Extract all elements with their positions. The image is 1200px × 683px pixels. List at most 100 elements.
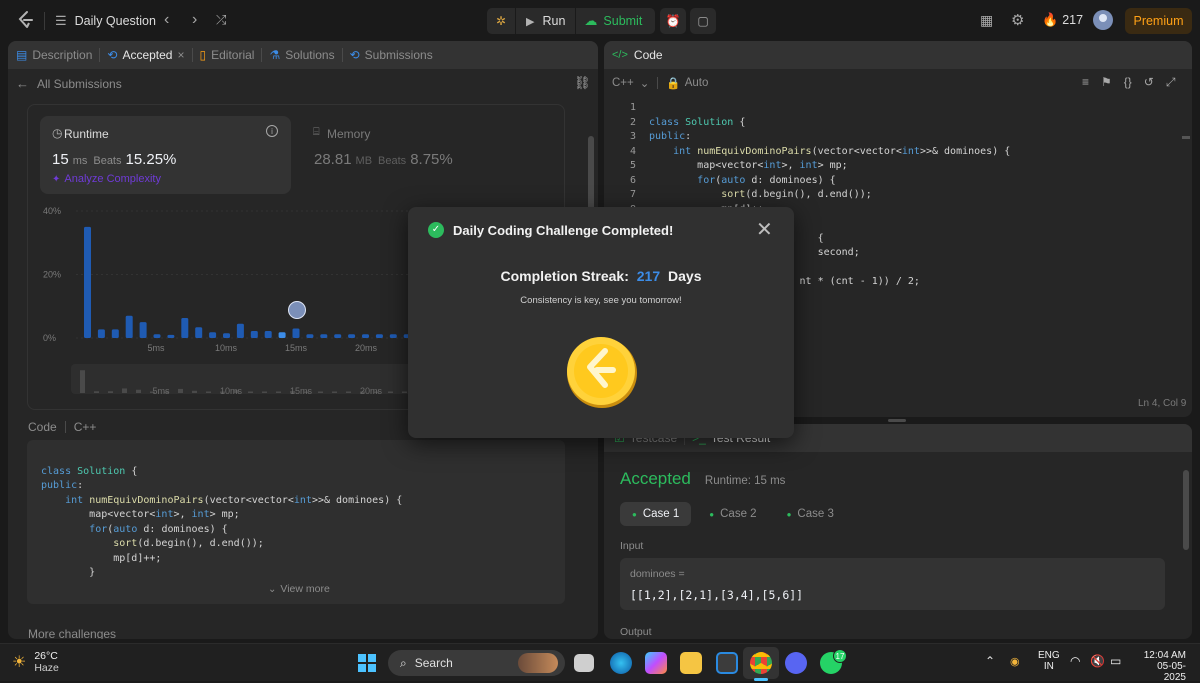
- chart-bar[interactable]: [362, 334, 369, 338]
- minimap-tick-label: 20ms: [360, 386, 383, 395]
- chart-bar[interactable]: [139, 322, 147, 338]
- tab-description[interactable]: ▤ Description: [16, 48, 92, 62]
- task-view-icon[interactable]: [574, 654, 594, 672]
- fullscreen-icon[interactable]: ⤢: [1166, 75, 1176, 90]
- tab-editorial[interactable]: ▯ Editorial: [200, 48, 255, 62]
- chart-bar[interactable]: [306, 334, 314, 338]
- runtime-card[interactable]: ◷ Runtime i 15 ms Beats 15.25% ✦ Analyze…: [40, 116, 291, 194]
- chart-bar[interactable]: [264, 331, 272, 338]
- prev-problem-icon[interactable]: ‹: [164, 11, 169, 29]
- premium-button[interactable]: Premium: [1125, 8, 1192, 34]
- leetcode-logo[interactable]: [16, 10, 36, 30]
- chart-bar[interactable]: [250, 331, 258, 338]
- note-icon: ▢: [697, 14, 709, 28]
- reset-icon[interactable]: ↺: [1144, 75, 1154, 90]
- defender-icon[interactable]: ◉: [1010, 655, 1020, 668]
- whatsapp-badge: 17: [833, 649, 847, 663]
- clock[interactable]: 12:04 AM 05-05-2025: [1136, 650, 1186, 683]
- chart-bar[interactable]: [167, 334, 175, 338]
- store-icon[interactable]: [716, 652, 738, 674]
- chart-bar[interactable]: [375, 334, 383, 338]
- panel-resize-handle[interactable]: [888, 419, 906, 422]
- chart-bar[interactable]: [223, 333, 230, 338]
- chart-bar[interactable]: [111, 329, 119, 338]
- editor-tabs: </> Code: [604, 41, 1192, 69]
- submit-button[interactable]: ☁ Submit: [576, 13, 650, 29]
- file-explorer-icon[interactable]: [680, 652, 702, 674]
- info-icon[interactable]: i: [266, 125, 278, 137]
- minimap-bar: [346, 391, 351, 393]
- chart-bar[interactable]: [153, 334, 161, 338]
- chart-bar[interactable]: [292, 328, 300, 338]
- streak-counter[interactable]: 🔥 217: [1042, 12, 1083, 28]
- search-icon: ⌕: [400, 655, 407, 670]
- chart-bar[interactable]: [97, 329, 105, 338]
- chart-bar[interactable]: [389, 334, 397, 338]
- chart-bar[interactable]: [320, 334, 328, 338]
- view-more-button[interactable]: ⌄ View more: [268, 583, 330, 595]
- submitted-code: class Solution { public: int numEquivDom…: [27, 440, 565, 604]
- case-3-button[interactable]: ● Case 3: [775, 502, 846, 526]
- chart-bar[interactable]: [236, 323, 244, 338]
- layout-grid-icon[interactable]: ▦: [980, 12, 993, 29]
- format-icon[interactable]: ≡: [1082, 75, 1089, 90]
- discord-icon[interactable]: [785, 652, 807, 674]
- timer-button[interactable]: ⏰: [660, 8, 686, 34]
- language-indicator[interactable]: ENG IN: [1038, 650, 1060, 672]
- bookmark-icon[interactable]: ⚑: [1101, 75, 1112, 90]
- test-result-panel: ☑ Testcase >_ Test Result Accepted Runtime…: [604, 424, 1192, 639]
- run-button[interactable]: ▶ Run: [516, 14, 575, 28]
- chart-bar[interactable]: [181, 317, 189, 338]
- wifi-icon[interactable]: ◠: [1070, 654, 1080, 668]
- auto-mode-label[interactable]: Auto: [685, 77, 709, 89]
- chart-bar[interactable]: [125, 315, 133, 338]
- weather-widget[interactable]: ☀ 26°C Haze: [12, 650, 59, 674]
- chart-bar[interactable]: [209, 332, 217, 338]
- case-2-button[interactable]: ● Case 2: [697, 502, 768, 526]
- result-scrollbar[interactable]: [1183, 470, 1189, 550]
- editor-scrollbar[interactable]: [1182, 136, 1190, 139]
- alarm-clock-icon: ⏰: [665, 14, 681, 28]
- start-button[interactable]: [358, 654, 376, 672]
- close-icon[interactable]: ✕: [756, 217, 773, 242]
- y-tick-label: 20%: [43, 270, 61, 280]
- haze-weather-icon: ☀: [12, 654, 27, 671]
- chevrons-down-icon: ⌄: [268, 583, 277, 595]
- chevron-up-icon[interactable]: ⌃: [985, 654, 995, 668]
- memory-card[interactable]: ⌸ Memory 28.81 MB Beats 8.75%: [306, 116, 556, 194]
- link-icon[interactable]: ⛓: [574, 75, 591, 91]
- avatar[interactable]: [1093, 10, 1113, 30]
- windows-taskbar: ☀ 26°C Haze ⌕ Search 17 ⌃ ◉ ENG IN ◠ 🔇 ▭…: [0, 643, 1200, 683]
- minimap-tick-label: 15ms: [290, 386, 313, 395]
- close-tab-icon[interactable]: ×: [177, 48, 184, 62]
- problem-list-button[interactable]: ☰ Daily Question: [55, 13, 156, 29]
- chart-bar[interactable]: [195, 327, 203, 338]
- copilot-icon[interactable]: [645, 652, 667, 674]
- document-icon: ▤: [16, 48, 28, 62]
- gear-icon[interactable]: ⚙: [1011, 11, 1024, 29]
- chrome-icon[interactable]: [750, 652, 772, 674]
- analyze-complexity-button[interactable]: ✦ Analyze Complexity: [52, 173, 161, 185]
- battery-icon[interactable]: ▭: [1110, 654, 1121, 668]
- tab-accepted[interactable]: ⟲ Accepted ×: [107, 48, 184, 62]
- next-problem-icon[interactable]: ›: [192, 11, 197, 29]
- tab-submissions[interactable]: ⟲ Submissions: [350, 48, 433, 62]
- minimap-bar: [136, 389, 141, 393]
- check-dot-icon: ●: [709, 509, 715, 519]
- case-1-button[interactable]: ● Case 1: [620, 502, 692, 526]
- all-submissions-link[interactable]: ← All Submissions: [16, 76, 122, 91]
- arrow-left-icon: ←: [16, 76, 29, 91]
- chart-bar[interactable]: [84, 226, 91, 338]
- edge-icon[interactable]: [610, 652, 632, 674]
- chart-bar[interactable]: [334, 334, 342, 338]
- taskbar-search[interactable]: ⌕ Search: [388, 650, 565, 676]
- notes-button[interactable]: ▢: [690, 8, 716, 34]
- shuffle-icon[interactable]: ⤮: [216, 12, 226, 28]
- tab-solutions[interactable]: ⚗ Solutions: [269, 48, 334, 62]
- volume-muted-icon[interactable]: 🔇: [1090, 654, 1105, 668]
- chart-bar[interactable]: [348, 334, 356, 338]
- language-select[interactable]: C++ ⌄: [612, 76, 649, 90]
- chart-bar[interactable]: [278, 332, 286, 338]
- debug-icon[interactable]: ✲: [487, 14, 515, 28]
- braces-icon[interactable]: {}: [1124, 75, 1132, 90]
